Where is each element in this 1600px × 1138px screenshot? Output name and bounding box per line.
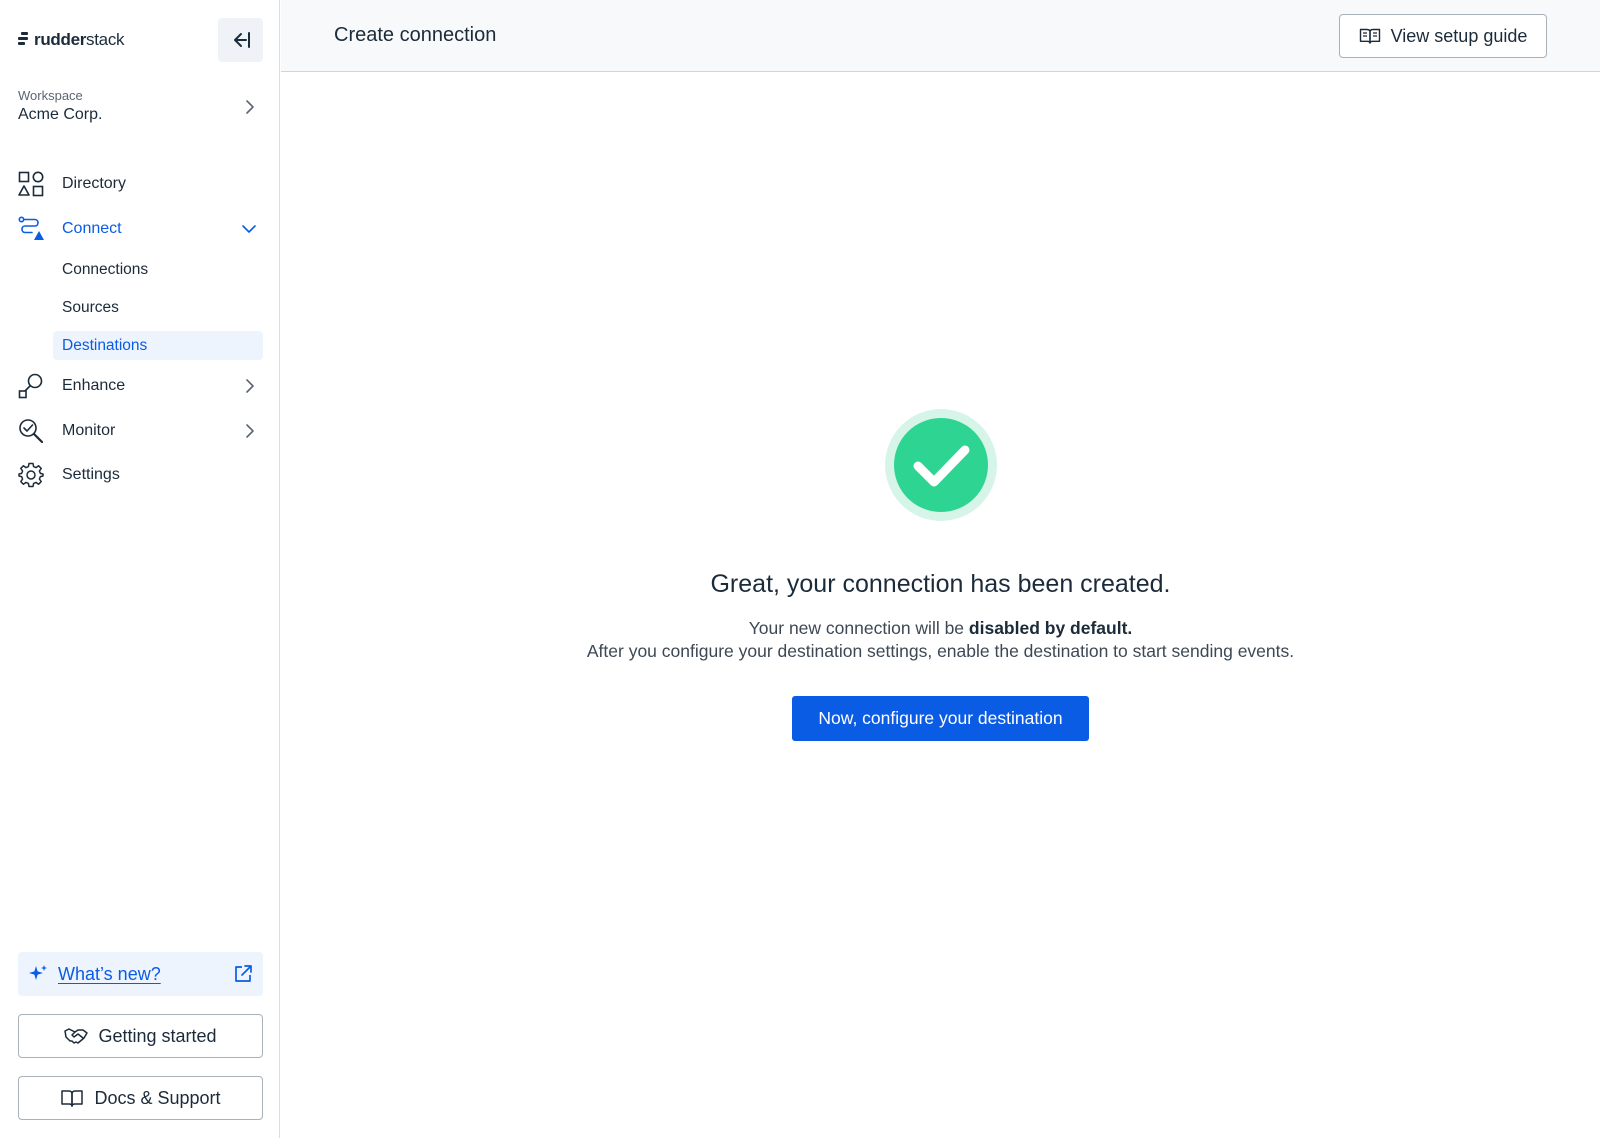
chevron-right-icon bbox=[246, 100, 254, 114]
view-setup-guide-label: View setup guide bbox=[1390, 25, 1528, 46]
book-icon bbox=[1359, 28, 1380, 44]
docs-support-button[interactable]: Docs & Support bbox=[18, 1076, 263, 1120]
nav-label-enhance: Enhance bbox=[62, 377, 126, 394]
workspace-name: Acme Corp. bbox=[18, 106, 103, 123]
page-title: Create connection bbox=[334, 24, 497, 46]
nav-item-connect[interactable]: Connect bbox=[18, 211, 263, 247]
nav-label-settings: Settings bbox=[62, 466, 120, 483]
nav-item-settings[interactable]: Settings bbox=[18, 457, 263, 493]
chevron-right-icon bbox=[246, 424, 254, 438]
workspace-label: Workspace bbox=[18, 88, 83, 103]
success-description: Your new connection will be disabled by … bbox=[281, 617, 1600, 663]
settings-gear-icon bbox=[18, 462, 44, 488]
disabled-by-default-text: disabled by default. bbox=[968, 618, 1133, 638]
description-line-2: After you configure your destination set… bbox=[586, 641, 1295, 661]
docs-support-label: Docs & Support bbox=[94, 1087, 221, 1108]
sidebar: rudderstack Workspace Acme Corp. Directo… bbox=[0, 0, 280, 1138]
book-icon bbox=[61, 1090, 84, 1107]
whats-new-link[interactable]: What’s new? bbox=[18, 952, 263, 996]
directory-icon bbox=[18, 171, 44, 197]
success-headline: Great, your connection has been created. bbox=[710, 570, 1171, 598]
chevron-down-icon bbox=[242, 225, 256, 233]
main-content: Great, your connection has been created.… bbox=[281, 73, 1600, 1138]
rudderstack-logo[interactable]: rudderstack bbox=[18, 28, 125, 52]
enhance-icon bbox=[18, 373, 44, 399]
nav-item-directory[interactable]: Directory bbox=[18, 166, 263, 202]
page-header: Create connection View setup guide bbox=[281, 0, 1600, 72]
configure-destination-button[interactable]: Now, configure your destination bbox=[792, 696, 1089, 741]
description-line-1: Your new connection will be disabled by … bbox=[748, 618, 1133, 638]
chevron-right-icon bbox=[246, 379, 254, 393]
getting-started-label: Getting started bbox=[98, 1025, 217, 1046]
handshake-icon bbox=[64, 1028, 89, 1044]
nav-item-enhance[interactable]: Enhance bbox=[18, 368, 263, 404]
nav-item-monitor[interactable]: Monitor bbox=[18, 413, 263, 449]
collapse-sidebar-icon bbox=[233, 32, 250, 48]
getting-started-button[interactable]: Getting started bbox=[18, 1014, 263, 1058]
nav-label-monitor: Monitor bbox=[62, 422, 116, 439]
workspace-switcher[interactable]: Workspace Acme Corp. bbox=[18, 88, 263, 128]
sidebar-item-connections[interactable]: Connections bbox=[53, 255, 263, 284]
whats-new-label: What’s new? bbox=[58, 963, 161, 984]
check-circle-icon bbox=[885, 409, 997, 521]
view-setup-guide-button[interactable]: View setup guide bbox=[1339, 14, 1547, 58]
monitor-icon bbox=[18, 418, 44, 444]
sparkle-icon bbox=[29, 965, 47, 980]
nav-label-directory: Directory bbox=[62, 175, 127, 192]
collapse-sidebar-button[interactable] bbox=[218, 18, 263, 62]
sidebar-item-sources[interactable]: Sources bbox=[53, 293, 263, 322]
sidebar-item-destinations[interactable]: Destinations bbox=[53, 331, 263, 360]
external-link-icon bbox=[235, 965, 252, 982]
brand-name: rudderstack bbox=[34, 30, 125, 49]
nav-label-connect: Connect bbox=[62, 220, 122, 237]
connect-icon bbox=[18, 216, 44, 242]
rudderstack-logo-mark bbox=[18, 32, 28, 48]
